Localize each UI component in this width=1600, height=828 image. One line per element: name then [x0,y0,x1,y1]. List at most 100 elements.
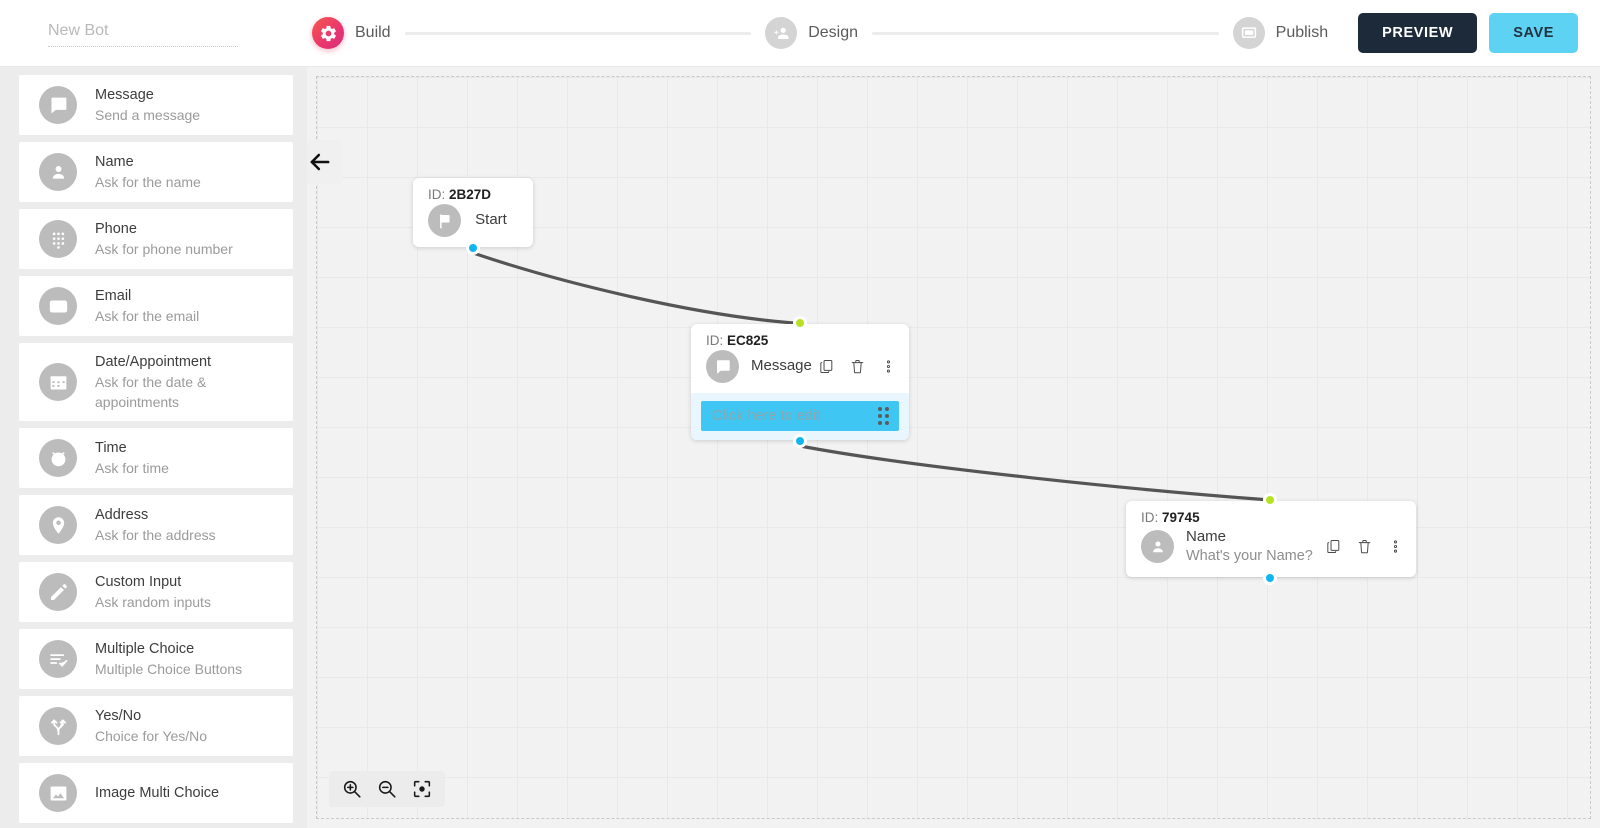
person-icon [39,153,77,191]
chat-bubble-icon [39,86,77,124]
step-label-build: Build [355,24,391,41]
flag-icon [428,204,461,237]
node-id-prefix: ID: [706,333,724,348]
alarm-clock-icon [39,439,77,478]
node-input-port[interactable] [793,316,807,330]
step-design[interactable]: Design [765,17,858,49]
sidebar-item-title: Image Multi Choice [95,784,220,801]
sidebar-item-multiple-choice[interactable]: Multiple Choice Multiple Choice Buttons [19,629,293,690]
sidebar-item-title: Multiple Choice [95,640,195,657]
step-label-design: Design [808,24,859,41]
preview-button[interactable]: PREVIEW [1358,13,1478,53]
sidebar-item-date-appointment[interactable]: Date/Appointment Ask for the date & appo… [19,343,293,422]
stepper-connector-2 [872,31,1219,35]
node-id-prefix: ID: [1141,510,1159,525]
fork-branch-icon [39,707,77,746]
more-vertical-icon[interactable] [1387,538,1404,555]
trash-icon[interactable] [849,358,866,375]
bot-name-input[interactable] [48,19,238,47]
sidebar-item-title: Address [95,506,149,523]
node-output-port[interactable] [1263,570,1277,585]
node-output-port[interactable] [466,241,480,255]
node-header-row: Name What's your Name? [1126,525,1416,577]
trash-icon[interactable] [1356,538,1373,555]
message-edit-section: Click here to edit [691,393,909,440]
flow-node-name[interactable]: ID: 79745 Name What's your Name? [1126,493,1416,585]
node-id-label: ID: 2B27D [413,178,533,202]
person-icon [1141,530,1174,564]
image-icon [39,774,77,813]
sidebar-item-title: Message [95,86,154,103]
sidebar-item-sub: Ask for the name [95,173,201,190]
canvas-zoom-controls [329,771,445,807]
progress-stepper: Build Design Publish [312,17,1328,49]
sidebar-item-title: Time [95,439,127,456]
node-title: Name [1186,528,1227,545]
sidebar-item-name[interactable]: Name Ask for the name [19,142,293,202]
bot-name-field-wrap [48,19,298,47]
flow-canvas-grid[interactable]: ID: 2B27D Start ID: EC825 Message Click … [307,76,1591,819]
node-id-value: EC825 [727,333,769,348]
flow-node-message[interactable]: ID: EC825 Message Click here to edit [691,316,909,448]
calendar-icon [39,363,77,402]
sidebar-item-message[interactable]: Message Send a message [19,75,293,135]
sidebar-item-sub: Ask for the email [95,307,200,324]
sidebar-item-address[interactable]: Address Ask for the address [19,495,293,556]
sidebar-item-title: Custom Input [95,573,182,590]
sidebar-item-title: Date/Appointment [95,354,212,370]
step-build[interactable]: Build [312,17,391,49]
step-label-publish: Publish [1275,24,1329,41]
sidebar-item-yes-no[interactable]: Yes/No Choice for Yes/No [19,696,293,757]
flow-canvas[interactable]: ID: 2B27D Start ID: EC825 Message Click … [307,67,1600,828]
people-add-icon [765,17,798,49]
pencil-icon [39,573,77,612]
sidebar-item-sub: Ask random inputs [95,593,211,610]
sidebar-item-sub: Send a message [95,106,201,123]
node-output-port[interactable] [793,434,807,448]
copy-icon[interactable] [1325,538,1342,555]
checklist-icon [39,640,77,679]
chat-bubble-icon [706,350,739,383]
node-toolbar [1325,538,1404,555]
back-arrow-icon[interactable] [307,140,342,184]
node-title: Start [475,211,507,229]
sidebar-item-sub: Multiple Choice Buttons [95,660,243,677]
fit-to-screen-icon[interactable] [411,778,433,800]
sidebar-item-sub: Ask for the address [95,526,216,543]
dialpad-icon [39,220,77,258]
envelope-icon [39,287,77,325]
sidebar-item-custom-input[interactable]: Custom Input Ask random inputs [19,562,293,623]
node-id-prefix: ID: [428,187,446,202]
node-title: Message [751,357,812,375]
sidebar-item-sub: Ask for phone number [95,240,233,257]
sidebar-item-title: Yes/No [95,707,142,724]
sidebar-item-email[interactable]: Email Ask for the email [19,276,293,336]
copy-icon[interactable] [818,358,835,375]
message-edit-input[interactable]: Click here to edit [701,401,899,431]
node-id-value: 79745 [1162,510,1200,525]
node-id-value: 2B27D [449,187,492,202]
step-publish[interactable]: Publish [1232,17,1329,49]
drag-handle-icon[interactable] [878,407,889,425]
sidebar-item-image-multi-choice[interactable]: Image Multi Choice [19,763,293,824]
blocks-sidebar[interactable]: Message Send a message Name Ask for the … [0,67,307,828]
sidebar-item-sub: Ask for the date & appointments [95,374,207,410]
sidebar-item-phone[interactable]: Phone Ask for phone number [19,209,293,269]
sidebar-item-sub: Choice for Yes/No [95,727,208,744]
message-edit-placeholder: Click here to edit [712,408,820,424]
zoom-in-icon[interactable] [341,778,363,800]
header-actions: PREVIEW SAVE [1358,13,1578,53]
stepper-connector-1 [404,31,752,35]
flow-node-start[interactable]: ID: 2B27D Start [413,178,533,255]
sidebar-item-sub: Ask for time [95,459,169,476]
sidebar-item-title: Name [95,153,134,170]
sidebar-item-title: Phone [95,220,137,237]
node-subtitle: What's your Name? [1186,548,1313,565]
node-input-port[interactable] [1263,493,1277,507]
zoom-out-icon[interactable] [376,778,398,800]
sidebar-item-time[interactable]: Time Ask for time [19,428,293,489]
more-vertical-icon[interactable] [880,358,897,375]
gear-icon [312,17,344,49]
save-button[interactable]: SAVE [1489,13,1578,53]
node-header-row: Message [691,348,909,393]
